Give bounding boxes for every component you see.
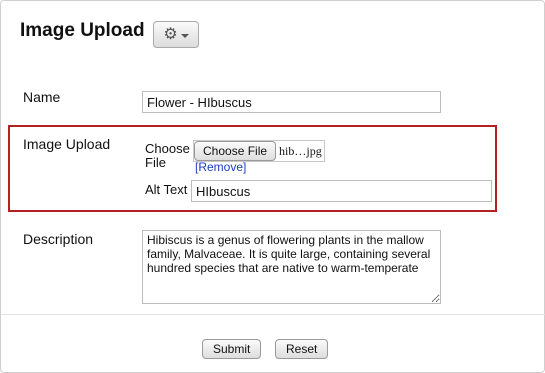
alt-text-label: Alt Text	[145, 182, 188, 197]
alt-text-input[interactable]	[191, 180, 492, 202]
file-picker[interactable]: Choose File hib…jpg	[193, 140, 325, 162]
description-label: Description	[23, 231, 94, 247]
gear-icon: ⚙	[163, 25, 178, 43]
choose-file-button[interactable]: Choose File	[194, 141, 277, 161]
page-title: Image Upload	[20, 20, 145, 41]
reset-button[interactable]: Reset	[275, 339, 329, 359]
name-input[interactable]	[142, 91, 441, 113]
dialog-window: Image Upload ⚙ Name Image Upload Choose …	[0, 0, 545, 373]
submit-button[interactable]: Submit	[202, 339, 262, 359]
chevron-down-icon	[180, 33, 189, 38]
choose-file-label: Choose File	[145, 141, 190, 170]
footer-divider	[1, 314, 545, 315]
settings-menu-button[interactable]: ⚙	[153, 21, 199, 48]
image-upload-label: Image Upload	[23, 136, 111, 152]
name-label: Name	[23, 89, 61, 105]
selected-file-name: hib…jpg	[279, 143, 322, 158]
remove-file-link[interactable]: [Remove]	[195, 160, 246, 174]
description-textarea[interactable]: Hibiscus is a genus of flowering plants …	[142, 230, 441, 304]
